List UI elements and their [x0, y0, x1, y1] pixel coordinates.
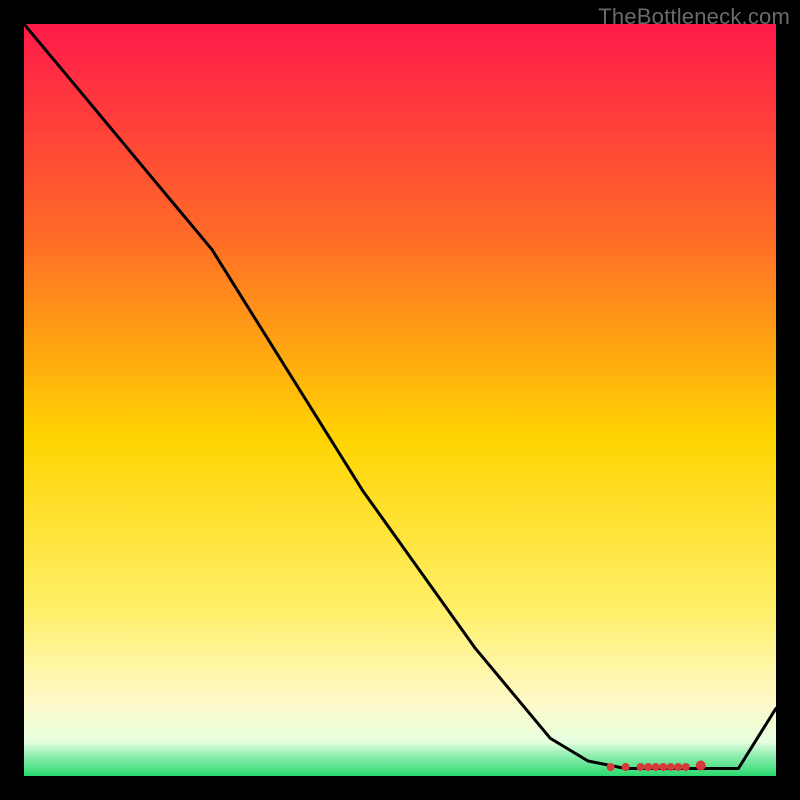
marker-point	[659, 763, 667, 771]
marker-point	[696, 761, 706, 771]
marker-point	[667, 763, 675, 771]
marker-point	[607, 763, 615, 771]
marker-point	[652, 763, 660, 771]
marker-point	[674, 763, 682, 771]
chart-root: TheBottleneck.com	[0, 0, 800, 800]
plot-svg	[24, 24, 776, 776]
marker-point	[622, 763, 630, 771]
plot-area	[24, 24, 776, 776]
marker-point	[682, 763, 690, 771]
gradient-background	[24, 24, 776, 776]
marker-point	[644, 763, 652, 771]
marker-point	[637, 763, 645, 771]
